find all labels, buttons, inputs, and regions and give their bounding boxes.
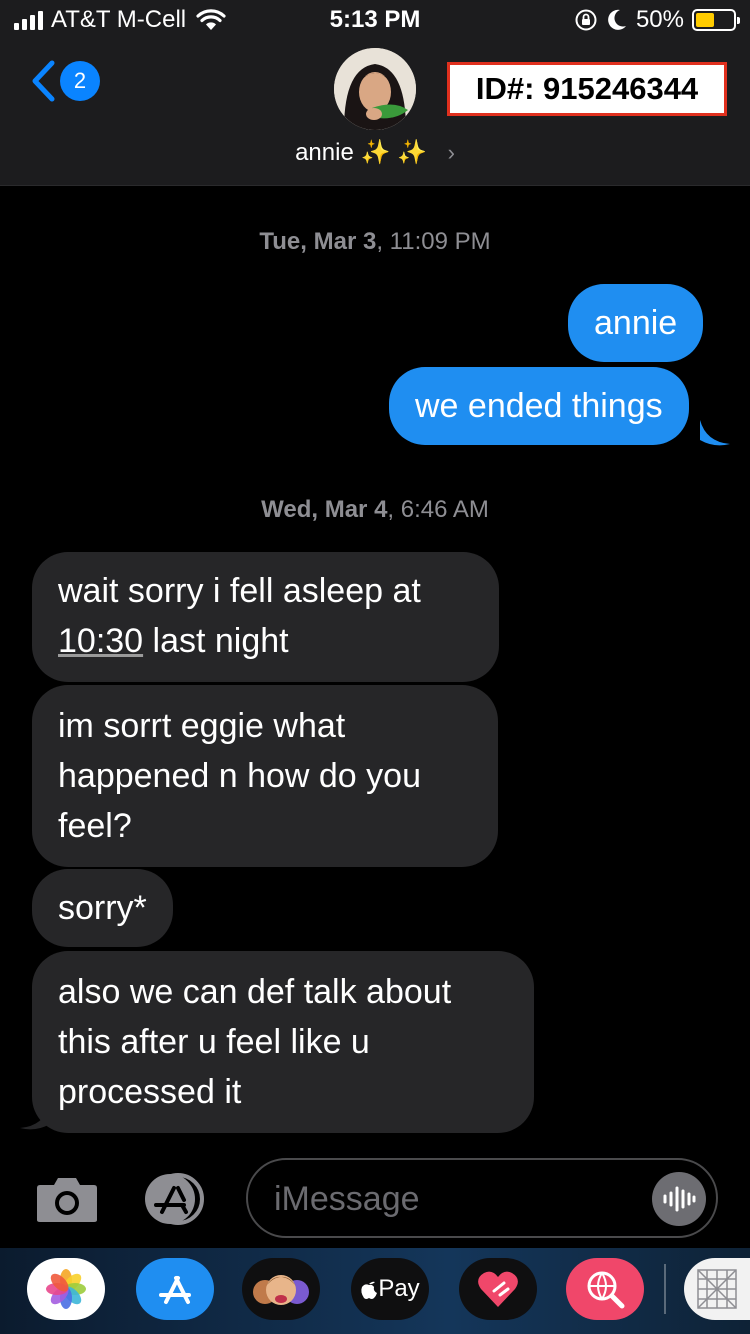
audio-message-button[interactable] xyxy=(652,1172,706,1226)
back-button[interactable]: 2 xyxy=(30,60,100,102)
web-search-app-button[interactable] xyxy=(566,1258,644,1320)
app-store-button[interactable] xyxy=(140,1172,212,1231)
message-text: this after u feel like u xyxy=(58,1023,370,1061)
message-text: last night xyxy=(143,622,289,660)
message-text: im sorrt eggie what xyxy=(58,707,346,745)
message-text-line: 10:30 last night xyxy=(58,616,473,666)
message-text: feel? xyxy=(58,807,132,845)
moon-icon xyxy=(608,9,626,30)
contact-name-label: annie ✨ ✨ xyxy=(295,139,427,166)
message-text: annie xyxy=(594,304,678,342)
chevron-left-icon xyxy=(32,60,55,102)
globe-search-icon xyxy=(587,1271,625,1309)
conversation-header: 2 annie ✨ ✨ › ID#: 915246344 xyxy=(0,40,750,186)
sent-message-bubble[interactable]: we ended things xyxy=(389,367,689,445)
sent-message-bubble[interactable]: annie xyxy=(568,284,704,362)
battery-percent: 50% xyxy=(635,6,684,33)
battery-icon xyxy=(692,9,740,31)
id-label-box: ID#: 915246344 xyxy=(447,62,727,116)
message-text: sorry* xyxy=(58,889,147,927)
received-message-bubble[interactable]: wait sorry i fell asleep at 10:30 last n… xyxy=(32,552,499,682)
contact-avatar[interactable] xyxy=(334,48,416,130)
received-message-bubble[interactable]: im sorrt eggie what happened n how do yo… xyxy=(32,685,498,867)
received-bubble-tail xyxy=(20,1104,50,1130)
received-message-bubble[interactable]: also we can def talk about this after u … xyxy=(32,951,534,1133)
status-bar: AT&T M-Cell 5:13 PM 50% xyxy=(0,0,750,40)
avatar-photo xyxy=(334,48,416,130)
memoji-app-button[interactable] xyxy=(242,1258,320,1320)
time-link[interactable]: 10:30 xyxy=(58,622,143,660)
orientation-lock-icon xyxy=(575,9,597,31)
digital-touch-app-button[interactable] xyxy=(459,1258,537,1320)
message-text: happened n how do you xyxy=(58,757,421,795)
app-store-app-icon xyxy=(159,1276,191,1304)
timestamp-time: 6:46 AM xyxy=(400,496,489,523)
message-text: processed it xyxy=(58,1073,242,1111)
sent-bubble-tail xyxy=(700,420,730,446)
app-store-app-button[interactable] xyxy=(136,1258,214,1320)
status-right: 50% xyxy=(574,6,740,34)
app-drawer: Pay xyxy=(0,1248,750,1334)
photos-app-button[interactable] xyxy=(27,1258,105,1320)
message-input-placeholder: iMessage xyxy=(274,1180,420,1218)
more-apps-button[interactable] xyxy=(684,1258,750,1320)
camera-icon xyxy=(37,1178,97,1222)
drawer-divider xyxy=(664,1264,666,1314)
timestamp-separator: Wed, Mar 4, 6:46 AM xyxy=(261,496,489,523)
waveform-icon xyxy=(663,1186,696,1212)
timestamp-day: Tue, Mar 3 xyxy=(259,228,377,255)
memoji-icon xyxy=(253,1275,309,1305)
photos-icon xyxy=(46,1269,86,1309)
message-text: wait sorry i fell asleep at xyxy=(58,572,421,610)
chevron-right-icon: › xyxy=(447,140,455,165)
camera-button[interactable] xyxy=(36,1175,98,1228)
unread-count-badge: 2 xyxy=(60,61,100,101)
app-store-icon xyxy=(145,1173,204,1225)
timestamp-day: Wed, Mar 4 xyxy=(261,496,388,523)
message-input[interactable]: iMessage xyxy=(246,1158,718,1238)
grid-sticker-icon xyxy=(697,1269,737,1309)
battery-fill xyxy=(696,13,714,27)
timestamp-separator: Tue, Mar 3, 11:09 PM xyxy=(259,228,491,255)
message-text: also we can def talk about xyxy=(58,973,452,1011)
contact-name-button[interactable]: annie ✨ ✨ › xyxy=(0,138,750,167)
apple-logo-icon xyxy=(361,1281,378,1299)
timestamp-time: 11:09 PM xyxy=(389,228,491,255)
apple-pay-app-button[interactable]: Pay xyxy=(351,1258,429,1320)
heart-touch-icon xyxy=(478,1271,518,1307)
apple-pay-label: Pay xyxy=(378,1275,420,1302)
message-text: we ended things xyxy=(415,387,663,425)
received-message-bubble[interactable]: sorry* xyxy=(32,869,173,947)
